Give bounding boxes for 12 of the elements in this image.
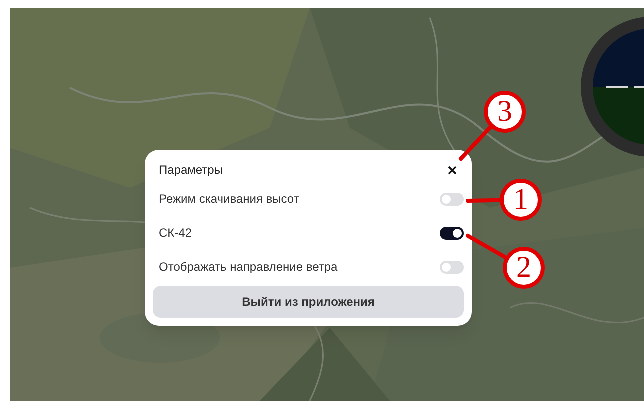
exit-button[interactable]: Выйти из приложения: [153, 286, 464, 318]
setting-label: Режим скачивания высот: [159, 191, 300, 208]
leader-line: [459, 125, 493, 161]
dialog-title: Параметры: [159, 162, 223, 179]
leader-line: [466, 234, 508, 260]
toggle-switch[interactable]: [440, 192, 464, 206]
setting-label: Отображать направление ветра: [159, 259, 338, 276]
leader-line: [466, 198, 502, 203]
toggle-switch[interactable]: [440, 226, 464, 240]
toggle-switch[interactable]: [440, 260, 464, 274]
setting-label: СК-42: [159, 225, 192, 242]
close-icon[interactable]: [446, 164, 458, 176]
